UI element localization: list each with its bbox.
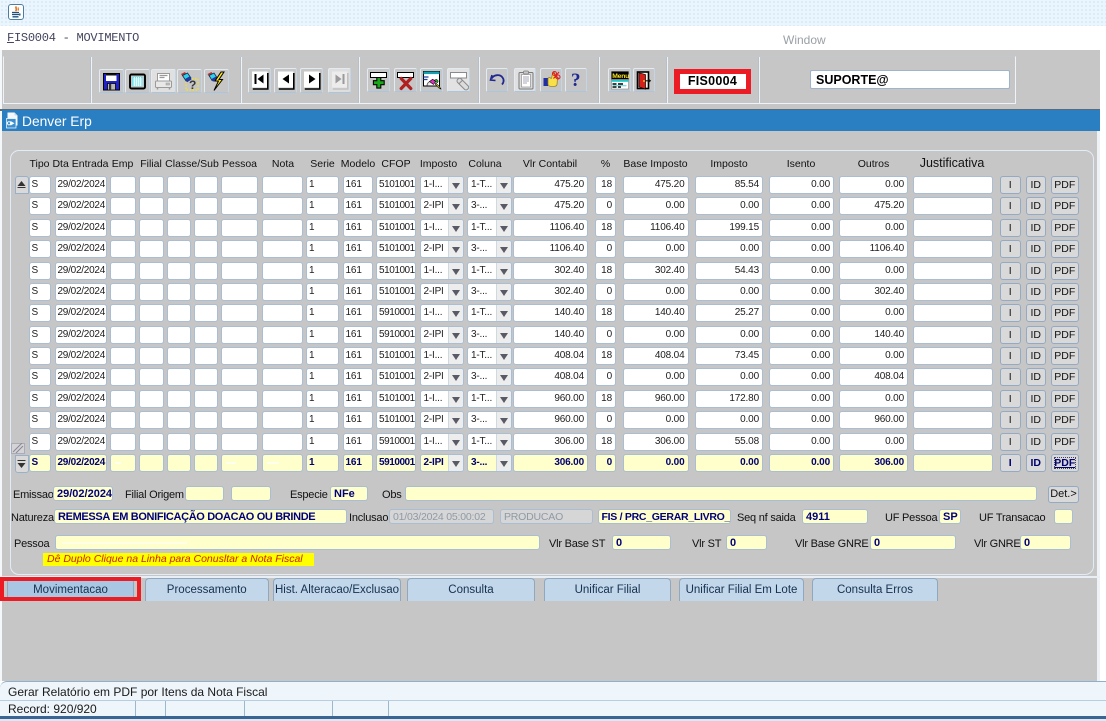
svg-text:?: ?: [571, 70, 581, 91]
svg-text:?: ?: [189, 78, 196, 92]
svg-text:Menu: Menu: [612, 73, 629, 80]
